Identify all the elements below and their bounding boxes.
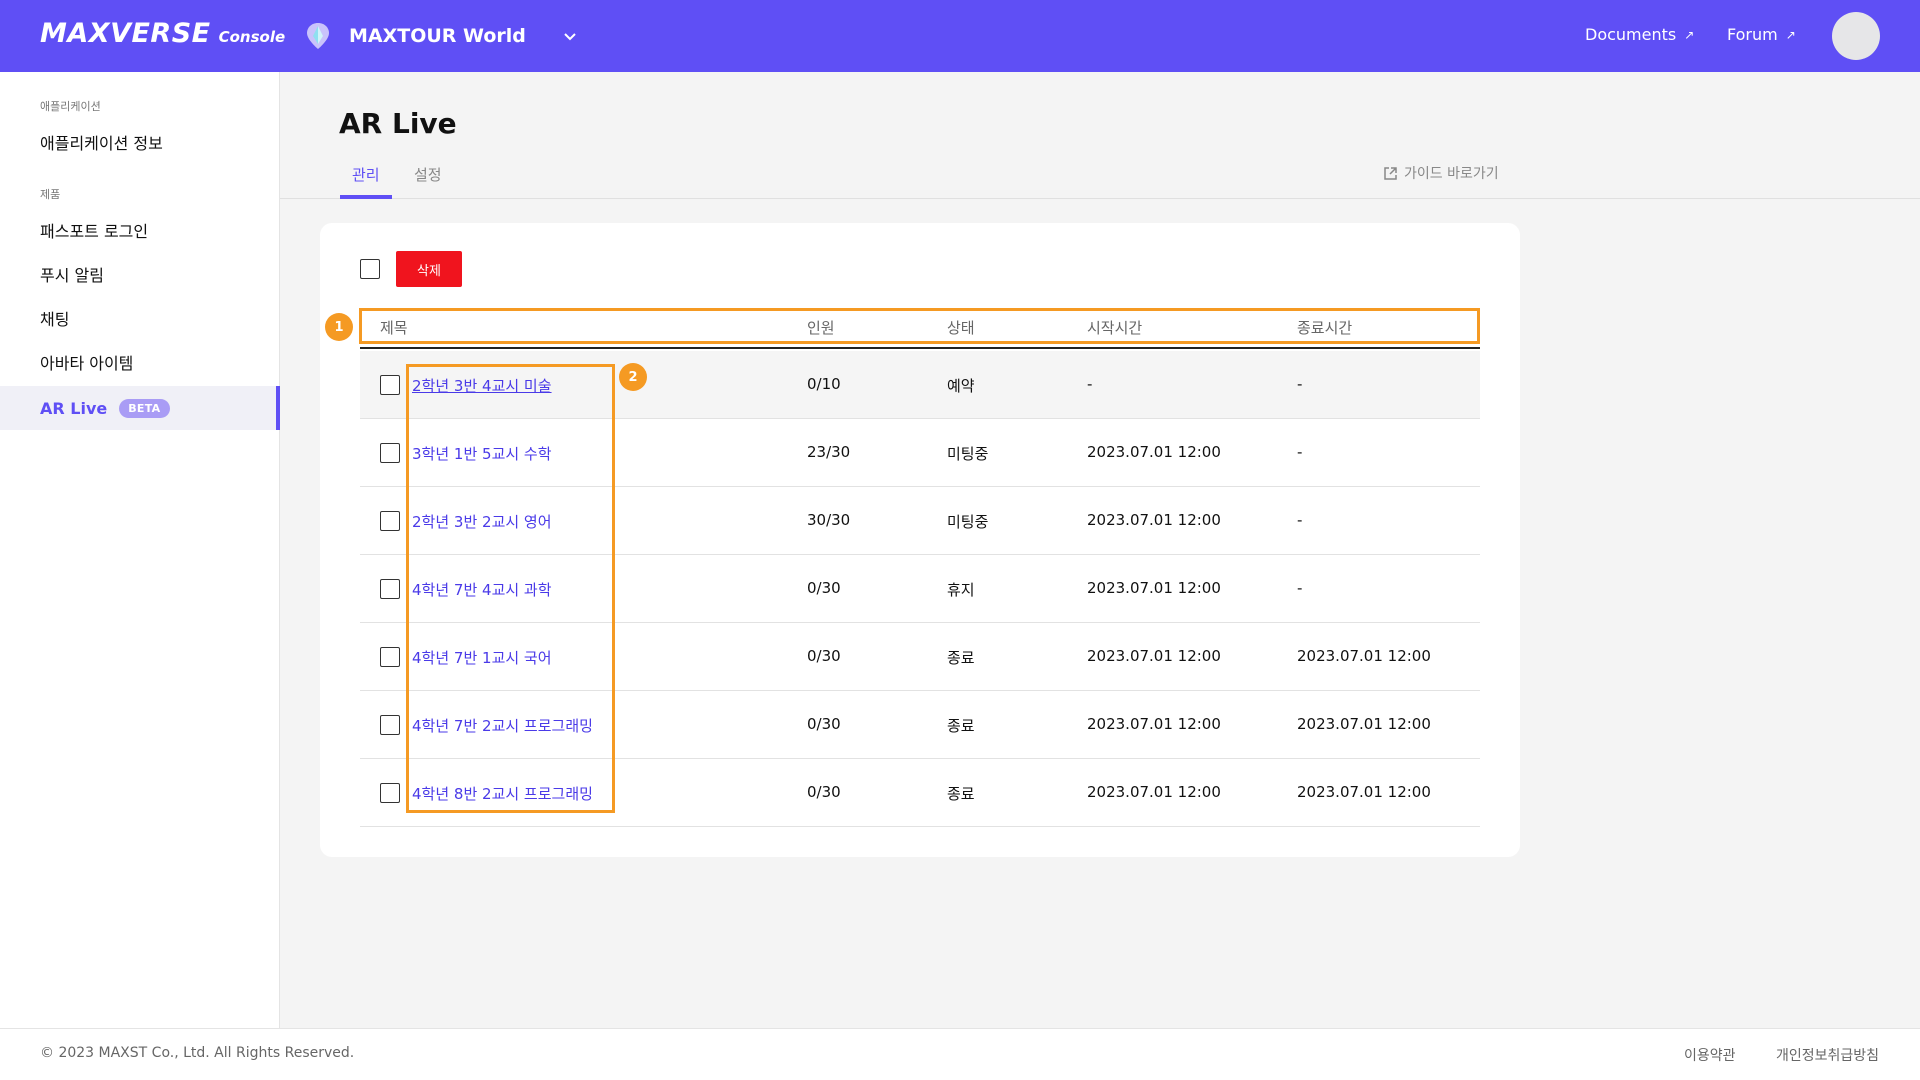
- copyright-text: © 2023 MAXST Co., Ltd. All Rights Reserv…: [40, 1045, 355, 1061]
- user-avatar[interactable]: [1832, 12, 1880, 60]
- sidebar-item-label: 애플리케이션 정보: [40, 134, 163, 153]
- brand-console-label: Console: [218, 28, 286, 46]
- start-time-cell: 2023.07.01 12:00: [1087, 715, 1221, 733]
- status-cell: 미팅중: [947, 513, 989, 531]
- row-checkbox[interactable]: [380, 715, 400, 735]
- guide-link-label: 가이드 바로가기: [1404, 166, 1499, 182]
- participants-cell: 0/30: [807, 647, 841, 665]
- location-pin-icon: [307, 23, 329, 49]
- sidebar-item-avatar-items[interactable]: 아바타 아이템: [0, 340, 280, 384]
- project-name: MAXTOUR World: [349, 25, 526, 47]
- annotation-badge-2: 2: [619, 363, 647, 391]
- sidebar-item-label: 푸시 알림: [40, 266, 104, 285]
- participants-cell: 0/10: [807, 375, 841, 393]
- annotation-box-header: [359, 308, 1480, 344]
- terms-link[interactable]: 이용약관: [1684, 1045, 1736, 1065]
- sidebar-item-label: 아바타 아이템: [40, 354, 134, 373]
- page-title: AR Live: [339, 107, 457, 140]
- row-checkbox[interactable]: [380, 579, 400, 599]
- end-time-cell: 2023.07.01 12:00: [1297, 647, 1431, 665]
- sidebar-item-ar-live[interactable]: AR Live BETA: [0, 386, 280, 430]
- brand-logo[interactable]: MAXVERSE Console: [40, 18, 285, 49]
- guide-link[interactable]: 가이드 바로가기: [1383, 163, 1499, 183]
- sidebar-item-passport-login[interactable]: 패스포트 로그인: [0, 208, 280, 252]
- row-checkbox[interactable]: [380, 443, 400, 463]
- privacy-link[interactable]: 개인정보취급방침: [1776, 1045, 1879, 1065]
- start-time-cell: 2023.07.01 12:00: [1087, 647, 1221, 665]
- documents-link[interactable]: Documents ↗: [1585, 25, 1694, 44]
- brand-name: MAXVERSE: [40, 18, 211, 49]
- footer: © 2023 MAXST Co., Ltd. All Rights Reserv…: [0, 1028, 1920, 1080]
- end-time-cell: -: [1297, 375, 1303, 393]
- sidebar-item-push-notification[interactable]: 푸시 알림: [0, 252, 280, 296]
- sidebar: 애플리케이션 애플리케이션 정보 제품 패스포트 로그인 푸시 알림 채팅 아바…: [0, 72, 280, 1028]
- participants-cell: 23/30: [807, 443, 851, 461]
- annotation-badge-1: 1: [325, 313, 353, 341]
- tab-bar: 관리 설정: [280, 160, 1920, 199]
- end-time-cell: -: [1297, 511, 1303, 529]
- end-time-cell: -: [1297, 443, 1303, 461]
- start-time-cell: -: [1087, 375, 1093, 393]
- external-arrow-icon: ↗: [1785, 27, 1796, 42]
- sidebar-item-chatting[interactable]: 채팅: [0, 296, 280, 340]
- sidebar-item-app-info[interactable]: 애플리케이션 정보: [0, 120, 280, 164]
- row-checkbox[interactable]: [380, 511, 400, 531]
- status-cell: 예약: [947, 377, 975, 395]
- end-time-cell: -: [1297, 579, 1303, 597]
- start-time-cell: 2023.07.01 12:00: [1087, 783, 1221, 801]
- sidebar-group-application: 애플리케이션: [40, 100, 101, 113]
- start-time-cell: 2023.07.01 12:00: [1087, 579, 1221, 597]
- row-checkbox[interactable]: [380, 375, 400, 395]
- project-selector[interactable]: MAXTOUR World: [305, 22, 578, 50]
- sidebar-item-label: 채팅: [40, 310, 70, 329]
- sidebar-item-label: 패스포트 로그인: [40, 222, 149, 241]
- annotation-box-titles: [406, 364, 615, 813]
- status-cell: 종료: [947, 649, 975, 667]
- participants-cell: 0/30: [807, 715, 841, 733]
- documents-link-label: Documents: [1585, 25, 1677, 44]
- tab-settings[interactable]: 설정: [402, 160, 454, 199]
- forum-link[interactable]: Forum ↗: [1727, 25, 1796, 44]
- sidebar-group-product: 제품: [40, 188, 61, 201]
- participants-cell: 0/30: [807, 579, 841, 597]
- end-time-cell: 2023.07.01 12:00: [1297, 715, 1431, 733]
- status-cell: 미팅중: [947, 445, 989, 463]
- start-time-cell: 2023.07.01 12:00: [1087, 511, 1221, 529]
- tab-manage[interactable]: 관리: [340, 160, 392, 199]
- external-arrow-icon: ↗: [1684, 27, 1695, 42]
- external-link-icon: [1384, 166, 1397, 180]
- delete-button[interactable]: 삭제: [396, 251, 462, 287]
- sidebar-item-label: AR Live: [40, 398, 108, 418]
- status-cell: 휴지: [947, 581, 975, 599]
- row-checkbox[interactable]: [380, 783, 400, 803]
- top-bar: MAXVERSE Console MAXTOUR World Documents…: [0, 0, 1920, 72]
- participants-cell: 30/30: [807, 511, 851, 529]
- start-time-cell: 2023.07.01 12:00: [1087, 443, 1221, 461]
- status-cell: 종료: [947, 717, 975, 735]
- chevron-down-icon[interactable]: [562, 28, 578, 44]
- status-cell: 종료: [947, 785, 975, 803]
- participants-cell: 0/30: [807, 783, 841, 801]
- select-all-checkbox[interactable]: [360, 259, 380, 279]
- row-checkbox[interactable]: [380, 647, 400, 667]
- forum-link-label: Forum: [1727, 25, 1778, 44]
- beta-badge: BETA: [119, 398, 170, 418]
- end-time-cell: 2023.07.01 12:00: [1297, 783, 1431, 801]
